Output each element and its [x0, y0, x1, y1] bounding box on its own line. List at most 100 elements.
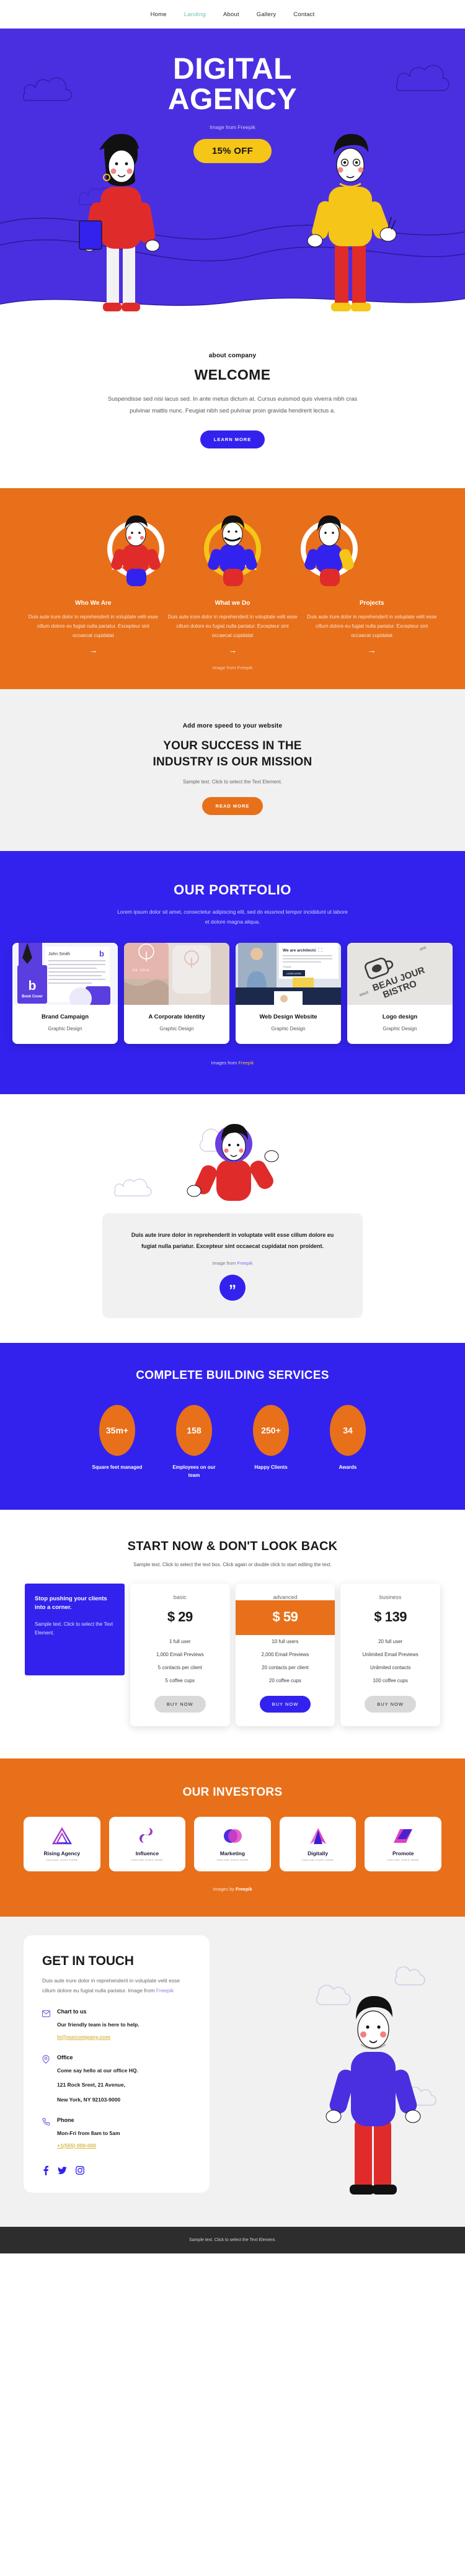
investor-card-promote[interactable]: Promote TAGLINE GOES HERE: [365, 1816, 441, 1871]
contact-block-body: Office Come say hello at our office HQ. …: [57, 2054, 138, 2105]
footer-text: Sample text. Click to select the Text El…: [189, 2237, 276, 2242]
pricing-promo-card: Stop pushing your clients into a corner.…: [25, 1583, 125, 1675]
plan-buy-button[interactable]: BUY NOW: [365, 1695, 416, 1713]
mission-read-more-button[interactable]: READ MORE: [202, 796, 264, 815]
pricing-subtext: Sample text. Click to select the text bo…: [133, 1561, 332, 1567]
mail-icon: [42, 2008, 51, 2042]
quote-mark-icon: ”: [219, 1274, 246, 1301]
stats-row: 35m+ Square feet managed 158 Employees o…: [0, 1404, 465, 1480]
testimonial-illustration: [0, 1115, 465, 1208]
contact-phone-link[interactable]: +1(555) 000-000: [57, 2142, 96, 2149]
plan-tier: business: [379, 1593, 402, 1600]
plan-buy-button[interactable]: BUY NOW: [154, 1695, 206, 1713]
stat-label: Awards: [339, 1464, 357, 1470]
investor-tagline: TAGLINE GOES HERE: [216, 1858, 249, 1861]
investor-tagline: TAGLINE GOES HERE: [387, 1858, 420, 1861]
nav-item-contact[interactable]: Contact: [293, 11, 314, 18]
investor-name: Marketing: [219, 1850, 246, 1856]
features-section: Who We Are Duis aute irure dolor in repr…: [0, 488, 465, 690]
feature-illustration-1: [95, 510, 176, 591]
plan-price-band: $ 139: [340, 1600, 440, 1635]
testimonial-card: Duis aute irure dolor in reprehenderit i…: [102, 1213, 363, 1318]
pricing-plan-basic[interactable]: basic $ 29 1 full user 1,000 Email Previ…: [130, 1583, 230, 1726]
page-footer: Sample text. Click to select the Text El…: [0, 2226, 465, 2253]
feature-title: Projects: [359, 600, 384, 607]
plan-price: $ 59: [272, 1608, 298, 1624]
portfolio-card-web-design[interactable]: We are architects Freepik LEARN MORE Web…: [236, 942, 341, 1044]
contact-block-chat: Chart to us Our friendly team is here to…: [42, 2008, 191, 2042]
phone-icon: [42, 2117, 51, 2150]
investors-credit-link[interactable]: Freepik: [236, 1886, 252, 1892]
influence-logo-icon: [140, 1827, 153, 1843]
main-navigation: Home Landing About Gallery Contact: [0, 0, 465, 29]
stat-value: 35m+: [99, 1404, 135, 1456]
contact-email-link[interactable]: hi@ourcompany.com: [57, 2034, 110, 2040]
hero-title-line2: AGENCY: [167, 82, 298, 116]
welcome-heading: WELCOME: [194, 367, 271, 383]
investors-credit-prefix: Images by: [213, 1886, 236, 1892]
location-pin-icon: [42, 2054, 51, 2105]
mission-section: Add more speed to your website YOUR SUCC…: [0, 689, 465, 851]
portfolio-lead: Lorem ipsum dolor sit amet, consectetur …: [117, 908, 348, 925]
investor-card-influence[interactable]: Influence TAGLINE GOES HERE: [108, 1816, 186, 1871]
promote-logo-icon: [394, 1829, 413, 1843]
nav-item-gallery[interactable]: Gallery: [257, 11, 277, 18]
plan-price: $ 29: [167, 1608, 193, 1624]
instagram-icon[interactable]: [76, 2166, 84, 2175]
facebook-icon[interactable]: [42, 2165, 49, 2176]
portfolio-card-title: Logo design: [382, 1013, 418, 1020]
contact-intro-link[interactable]: Freepik: [156, 1987, 174, 1994]
portfolio-card-logo-design[interactable]: BEAU JOUR BISTRO SINCE 1970 Logo design …: [347, 942, 453, 1044]
investors-credit: Images by Freepik: [0, 1886, 465, 1892]
testimonial-credit-link[interactable]: Freepik: [237, 1260, 253, 1266]
portfolio-card-brand-campaign[interactable]: John Smith b b Book Cover Brand Campaign…: [12, 942, 118, 1044]
mission-heading-line2: INDUSTRY IS OUR MISSION: [153, 755, 312, 769]
contact-intro: Duis aute irure dolor in reprehenderit i…: [42, 1976, 191, 1996]
feature-body: Duis aute irure dolor in reprehenderit i…: [307, 614, 437, 638]
feature-arrow-icon[interactable]: →: [306, 645, 438, 655]
portfolio-card-corporate-identity[interactable]: DE VOID A Corporate Identity Graphic Des…: [124, 942, 229, 1044]
portfolio-card-category: Graphic Design: [48, 1025, 82, 1032]
twitter-icon[interactable]: [58, 2166, 67, 2175]
pricing-section: START NOW & DON'T LOOK BACK Sample text.…: [0, 1509, 465, 1758]
nav-item-about[interactable]: About: [223, 11, 239, 18]
mission-heading: YOUR SUCCESS IN THE INDUSTRY IS OUR MISS…: [43, 738, 422, 770]
portfolio-credit-link[interactable]: Freepik: [238, 1060, 254, 1066]
svg-text:We are architects: We are architects: [283, 948, 316, 953]
portfolio-card-category: Graphic Design: [383, 1025, 417, 1032]
plan-buy-button[interactable]: BUY NOW: [259, 1695, 311, 1713]
portfolio-card-title: Brand Campaign: [41, 1013, 89, 1020]
pricing-plan-business[interactable]: business $ 139 20 full user Unlimited Em…: [340, 1583, 440, 1726]
hero-discount-badge[interactable]: 15% OFF: [193, 138, 272, 163]
contact-illustration: [316, 1966, 436, 2195]
social-links: [42, 2165, 191, 2176]
portfolio-thumbnail: DE VOID: [124, 942, 229, 1005]
welcome-body: Suspendisse sed nisi lacus sed. In ante …: [107, 396, 358, 414]
portfolio-thumbnail: We are architects Freepik LEARN MORE: [236, 942, 341, 1005]
hero-title: DIGITAL AGENCY: [0, 54, 465, 116]
portfolio-cards: John Smith b b Book Cover Brand Campaign…: [0, 942, 465, 1044]
investor-card-rising-agency[interactable]: Rising Agency TAGLINE GOES HERE: [24, 1816, 100, 1871]
portfolio-section: OUR PORTFOLIO Lorem ipsum dolor sit amet…: [0, 850, 465, 1094]
investor-card-marketing[interactable]: Marketing TAGLINE GOES HERE: [194, 1816, 271, 1871]
nav-item-home[interactable]: Home: [151, 11, 167, 18]
pricing-plan-advanced[interactable]: advanced $ 59 10 full users 2,000 Email …: [235, 1583, 335, 1726]
pricing-promo-body: Sample text. Click to select the Text El…: [35, 1621, 113, 1636]
feature-body: Duis aute irure dolor in reprehenderit i…: [167, 614, 298, 638]
feature-column-projects: Projects Duis aute irure dolor in repreh…: [306, 600, 438, 655]
feature-arrow-icon[interactable]: →: [27, 645, 159, 655]
stat-item-employees: 158 Employees on our team: [169, 1404, 219, 1480]
welcome-learn-more-button[interactable]: LEARN MORE: [200, 430, 265, 448]
plan-price-band: $ 29: [130, 1600, 230, 1635]
nav-item-landing[interactable]: Landing: [184, 11, 206, 18]
mission-eyebrow: Add more speed to your website: [182, 723, 283, 730]
features-columns: Who We Are Duis aute irure dolor in repr…: [0, 594, 465, 655]
rising-agency-logo-icon: [51, 1827, 72, 1844]
investors-section: OUR INVESTORS Rising Agency TAGLINE GOES…: [0, 1758, 465, 1917]
investors-heading: OUR INVESTORS: [182, 1785, 283, 1799]
feature-arrow-icon[interactable]: →: [167, 645, 299, 655]
portfolio-card-title: Web Design Website: [259, 1013, 317, 1020]
investor-card-digitally[interactable]: Digitally TAGLINE GOES HERE: [279, 1816, 356, 1871]
svg-text:LEARN MORE: LEARN MORE: [286, 973, 301, 975]
stat-value: 158: [176, 1404, 212, 1456]
